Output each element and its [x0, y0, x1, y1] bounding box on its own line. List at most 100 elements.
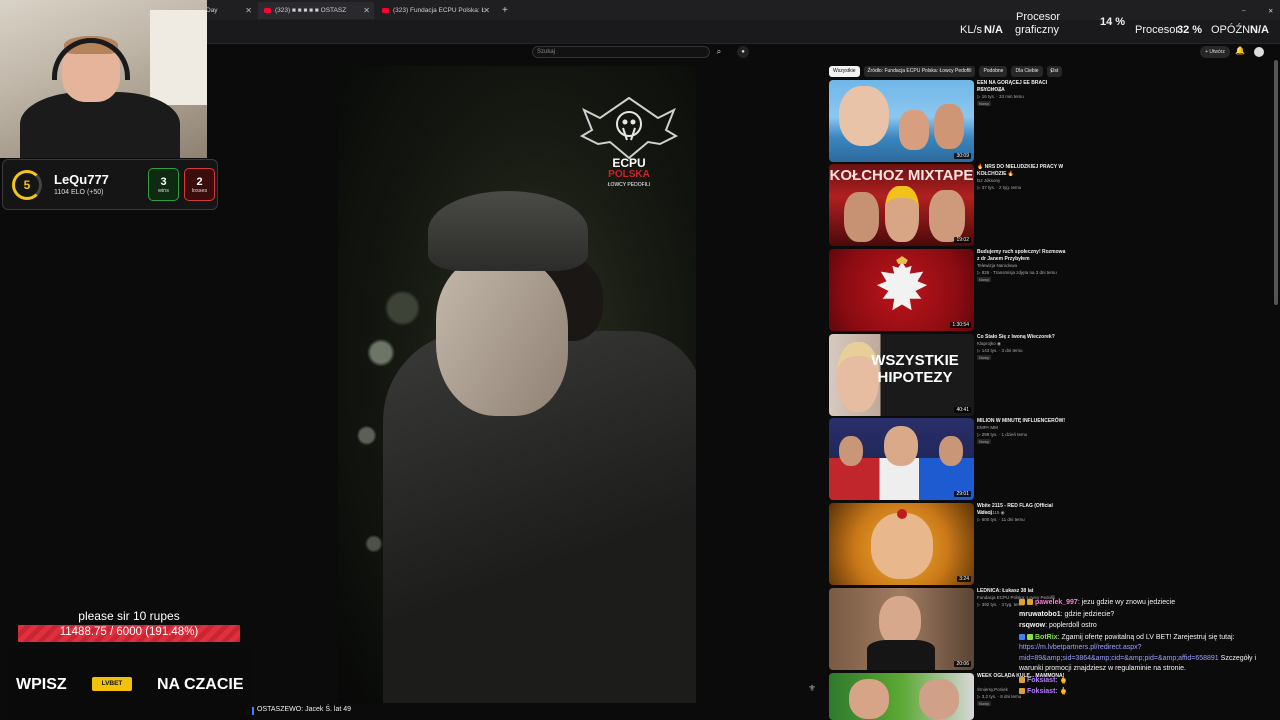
tab-label: (323) ■ ■ ■ ■ ■ OSTASZ — [275, 7, 347, 14]
youtube-icon — [382, 8, 389, 13]
microphone-icon[interactable]: ● — [737, 46, 749, 58]
chat-username[interactable]: BotRix — [1035, 634, 1058, 641]
streamer-body — [20, 92, 180, 158]
chat-message: rsqwow: poplerdoll ostro — [1019, 621, 1277, 632]
video-duration: 1:30:54 — [950, 322, 971, 328]
close-tab-icon[interactable]: ✕ — [483, 6, 490, 15]
search-input[interactable]: Szukaj — [532, 46, 710, 58]
bot-badge-icon — [1019, 633, 1025, 640]
youtube-icon — [264, 8, 271, 13]
chip-all[interactable]: Wszystkie — [829, 66, 860, 77]
wins-value: 3 — [160, 176, 167, 188]
watermark-line2: POLSKA — [608, 169, 650, 180]
stream-chat: pawelek_997: jezu gdzie wy znowu jedziec… — [1019, 598, 1277, 720]
channel-name: Wbite 2115 ◉ — [977, 510, 1005, 515]
video-thumbnail: 20:06 — [829, 588, 974, 670]
kbs-value: N/A — [984, 24, 1003, 36]
chat-text: : poplerdoll ostro — [1045, 622, 1097, 629]
thumbnail-text: WSZYSTKIE HIPOTEZY — [871, 352, 959, 386]
close-tab-icon[interactable]: ✕ — [363, 6, 370, 15]
faceit-elo-card: 5 LeQu777 1104 ELO (+50) 3 wins 2 losses — [2, 159, 218, 210]
donation-goal-progress: 11488.75 / 6000 (191.48%) — [59, 626, 199, 638]
kbs-label: KL/s — [960, 24, 983, 36]
channel-name: Klaprojko ◉ — [977, 341, 1001, 346]
recommendation-item[interactable]: 30:09 EEN NA GORĄCEJ EE BRACI PSYCHOZA G… — [829, 80, 1069, 162]
sponsor-banner: WPISZ LVBET NA CZACIE — [8, 648, 252, 720]
man-face — [436, 256, 568, 416]
new-badge: Nowy — [977, 355, 992, 360]
ticker-marker — [252, 707, 254, 715]
channel-name: EMPA MM — [977, 425, 998, 430]
new-badge: Nowy — [977, 101, 992, 106]
chat-message: Foksiast: 🖕 — [1019, 687, 1277, 698]
search-icon[interactable]: ⌕ — [713, 47, 725, 58]
chat-message: pawelek_997: jezu gdzie wy znowu jedziec… — [1019, 598, 1277, 609]
recommendation-item[interactable]: WSZYSTKIE HIPOTEZY 40:41 Co Stało Się z … — [829, 334, 1069, 416]
losses-label: losses — [191, 188, 208, 194]
chevron-right-icon[interactable]: › — [1050, 66, 1053, 75]
chat-username[interactable]: mruwatobo1 — [1019, 611, 1061, 618]
browser-tab[interactable]: (323) ■ ■ ■ ■ ■ OSTASZ ✕ — [258, 2, 374, 19]
chip-other[interactable]: Ost — [1046, 66, 1063, 77]
badge-icon — [1027, 599, 1033, 606]
video-duration: 40:41 — [954, 407, 971, 413]
chat-text: : jezu gdzie wy znowu jedziecie — [1077, 599, 1176, 606]
losses-value: 2 — [196, 176, 203, 188]
chat-username[interactable]: rsqwow — [1019, 622, 1045, 629]
webcam-feed — [0, 0, 207, 158]
account-avatar[interactable] — [1254, 47, 1264, 57]
chip-source[interactable]: Źródło: Fundacja ECPU Polska: Łowcy Pedo… — [863, 66, 976, 77]
video-thumbnail — [829, 673, 974, 720]
recommendation-item[interactable]: 3:24 Wbite 2115 - RED FLAG (Official Vid… — [829, 503, 1069, 585]
chat-username[interactable]: pawelek_997 — [1035, 599, 1078, 606]
cpu-percent: 14 % — [1100, 16, 1126, 28]
video-duration: 20:06 — [954, 661, 971, 667]
donation-goal-title: please sir 10 rupes — [78, 609, 180, 623]
new-badge: Nowy — [977, 277, 992, 282]
polish-eagle-emblem — [876, 256, 928, 311]
video-meta: ▷ 16 tys. · 33 min temu — [977, 94, 1024, 99]
recommendation-chips: Wszystkie Źródło: Fundacja ECPU Polska: … — [829, 66, 1063, 77]
recommendation-item[interactable]: 29:01 MILION W MINUTĘ INFLUENCERÓW! EMPA… — [829, 418, 1069, 500]
performance-overlay: KL/s N/A Procesor graficzny 14 % Proceso… — [955, 8, 1275, 38]
chat-username[interactable]: Foksiast — [1027, 688, 1055, 695]
chip-similar[interactable]: Podobne — [979, 66, 1008, 77]
badge-icon — [1019, 599, 1025, 606]
ecpu-small-icon: ⚜ — [808, 683, 817, 693]
chip-for-you[interactable]: Dla Ciebie — [1011, 66, 1043, 77]
tab-label: (323) Fundacja ECPU Polska: Ł — [393, 7, 486, 14]
watermark-text: ECPU POLSKA ŁOWCY PEDOFILI — [592, 156, 666, 191]
proc-percent: 32 % — [1177, 24, 1203, 36]
elo-text: 1104 ELO (+50) — [54, 189, 104, 196]
video-duration: 19:02 — [954, 237, 971, 243]
new-badge: Nowy — [977, 439, 992, 444]
wins-badge: 3 wins — [148, 168, 179, 201]
recommendation-item[interactable]: KOŁCHOZ MIXTAPE 19:02 🔥 NRS DO NIELUDZKI… — [829, 164, 1069, 246]
watermark-line1: ECPU — [612, 156, 646, 170]
chat-link[interactable]: https://m.lvbetpartners.pl/redirect.aspx… — [1019, 644, 1219, 662]
browser-tab[interactable]: (323) Fundacja ECPU Polska: Ł ✕ — [376, 2, 494, 19]
video-meta: ▷ 600 tys. · 11 dni temu — [977, 517, 1025, 522]
chat-message: mruwatobo1: gdzie jedziecie? — [1019, 610, 1277, 621]
chat-username[interactable]: Foksiast — [1027, 677, 1055, 684]
video-title: MILION W MINUTĘ INFLUENCERÓW! — [977, 418, 1066, 424]
notifications-bell-icon[interactable]: 🔔 — [1235, 46, 1245, 58]
chat-text: : Zgarnij ofertę powitalną od LV BET! Za… — [1057, 633, 1235, 641]
video-thumbnail: 1:30:54 — [829, 249, 974, 331]
chat-message: Foksiast: 🖕 — [1019, 676, 1277, 687]
channel-name: DJ Jóksony — [977, 178, 1001, 183]
video-thumbnail: 29:01 — [829, 418, 974, 500]
browser-tab[interactable]: Day ✕ — [200, 2, 256, 19]
lvbet-logo: LVBET — [92, 677, 132, 691]
close-tab-icon[interactable]: ✕ — [245, 6, 252, 15]
video-meta: ▷ 826 · Transmisja zdjęta na 3 dni temu — [977, 270, 1057, 275]
video-meta: ▷ 299 tys. · 1 dzień temu — [977, 432, 1028, 437]
chat-text: : 🖕 — [1055, 688, 1069, 695]
create-button[interactable]: + Utwórz — [1200, 46, 1230, 58]
proc-label: Procesor — [1135, 24, 1180, 36]
new-tab-button[interactable]: + — [496, 2, 512, 19]
page-scrollbar[interactable] — [1274, 60, 1278, 305]
man-cap — [428, 191, 588, 271]
recommendation-item[interactable]: 1:30:54 Budujemy ruch społeczny! Rozmowa… — [829, 249, 1069, 331]
chat-message: BotRix: Zgarnij ofertę powitalną od LV B… — [1019, 633, 1277, 675]
